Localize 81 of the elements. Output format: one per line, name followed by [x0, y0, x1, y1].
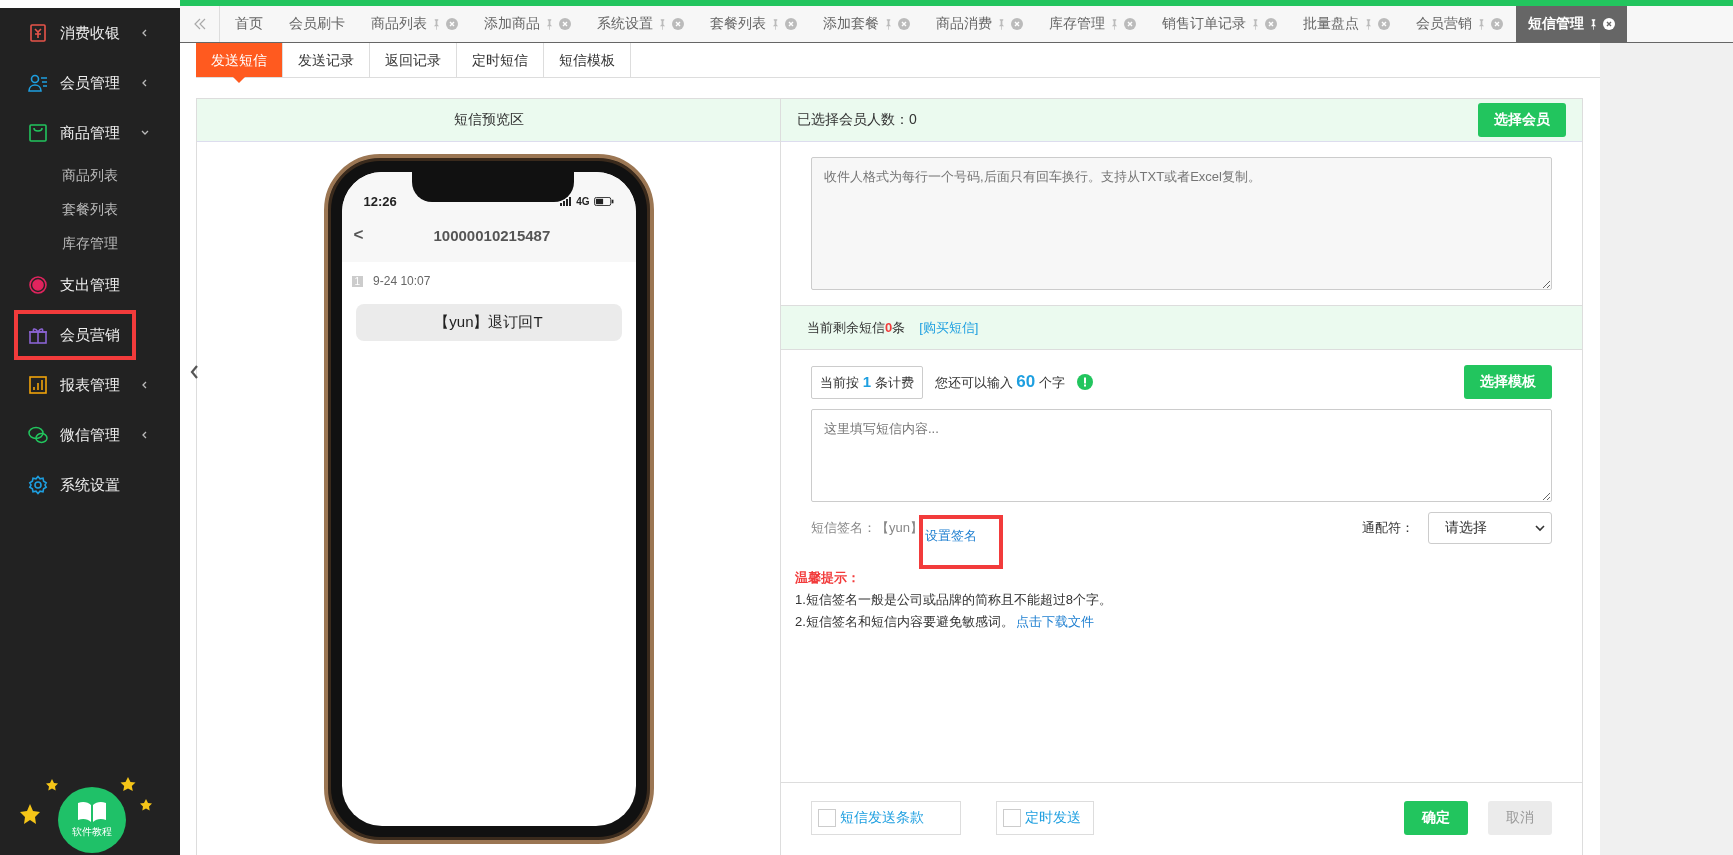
pin-icon	[772, 18, 779, 30]
checkbox[interactable]	[1003, 809, 1021, 827]
pin-icon	[998, 18, 1005, 30]
message-timestamp: 9-24 10:07	[373, 274, 431, 288]
tip-text: 2.短信签名和短信内容要避免敏感词。	[795, 614, 1014, 629]
pin-icon	[1365, 18, 1372, 30]
preview-title: 短信预览区	[453, 111, 524, 129]
pin-icon	[659, 18, 666, 30]
sub-tab[interactable]: 发送记录	[283, 43, 370, 77]
wildcard-select[interactable]: 请选择	[1428, 512, 1552, 544]
active-pointer-icon	[233, 77, 245, 83]
pin-icon	[1111, 18, 1118, 30]
remaining-chars: 您还可以输入 60 个字	[934, 372, 1065, 392]
sidebar-item[interactable]: 系统设置	[0, 460, 168, 510]
battery-icon	[593, 196, 614, 206]
chat-bubbles-icon	[28, 425, 48, 445]
page-tab[interactable]: 销售订单记录	[1149, 6, 1290, 42]
page-tab[interactable]: 批量盘点	[1290, 6, 1403, 42]
coin-icon	[28, 275, 48, 295]
sub-tab[interactable]: 短信模板	[544, 43, 631, 77]
sidebar-item[interactable]: 支出管理	[0, 260, 168, 310]
page-tab[interactable]: 商品列表	[358, 6, 471, 42]
page-tab[interactable]: 添加商品	[471, 6, 584, 42]
bag-icon	[28, 123, 48, 143]
sidebar-subitem[interactable]: 套餐列表	[0, 192, 180, 226]
sidebar-item[interactable]: 会员营销	[14, 310, 136, 360]
sidebar-item[interactable]: 报表管理	[0, 360, 168, 410]
pin-icon	[885, 18, 892, 30]
option-checkbox[interactable]: 定时发送	[996, 801, 1094, 835]
back-button[interactable]: <	[353, 225, 414, 245]
contact-number: 10000010215487	[433, 226, 551, 244]
balance-text: 当前剩余短信0条	[807, 318, 906, 337]
page-tab[interactable]: 首页	[220, 6, 276, 42]
page-tab[interactable]: 套餐列表	[697, 6, 810, 42]
user-list-icon	[28, 73, 48, 93]
sub-tab[interactable]: 定时短信	[457, 43, 544, 77]
sub-tab[interactable]: 返回记录	[370, 43, 457, 77]
chevron-left-icon[interactable]	[189, 364, 199, 380]
gift-icon	[28, 325, 48, 345]
checkbox[interactable]	[818, 809, 836, 827]
message-bubble: 【yun】退订回T	[355, 304, 622, 341]
page-tab[interactable]: 会员刷卡	[276, 6, 358, 42]
wildcard-label: 通配符：	[1362, 519, 1414, 537]
status-time: 12:26	[363, 193, 397, 209]
book-icon	[77, 801, 107, 823]
tip-text: 1.短信签名一般是公司或品牌的简称且不能超过8个字。	[795, 591, 1114, 609]
page-tab[interactable]: 商品消费	[923, 6, 1036, 42]
message-field[interactable]: 这里填写短信内容...	[811, 409, 1552, 502]
sidebar-subitem[interactable]: 库存管理	[0, 226, 180, 260]
option-checkbox[interactable]: 短信发送条款	[811, 801, 961, 835]
page-tab[interactable]: 短信管理	[1516, 6, 1627, 42]
sidebar-item[interactable]: 微信管理	[0, 410, 168, 460]
pin-icon	[1590, 18, 1597, 30]
pin-icon	[1478, 18, 1485, 30]
signal-icon	[560, 196, 573, 206]
pin-icon	[433, 18, 440, 30]
billing-info: 当前按 1 条计费	[811, 365, 923, 399]
page-tab[interactable]: 会员营销	[1403, 6, 1516, 42]
network-label: 4G	[576, 195, 590, 207]
info-icon	[1076, 374, 1093, 390]
download-file-link[interactable]: 点击下载文件	[1015, 614, 1094, 629]
tutorial-label: 软件教程	[72, 825, 112, 839]
page-tab[interactable]: 库存管理	[1036, 6, 1149, 42]
sidebar-item[interactable]: 消费收银	[0, 8, 168, 58]
page-tab[interactable]: 系统设置	[584, 6, 697, 42]
page-tab[interactable]: 添加套餐	[810, 6, 923, 42]
close-icon[interactable]	[1603, 18, 1615, 30]
sidebar-item[interactable]: 商品管理	[0, 108, 168, 158]
selected-count: 已选择会员人数：0	[797, 111, 917, 129]
sidebar-item[interactable]: 会员管理	[0, 58, 168, 108]
signature-label: 短信签名：【yun】	[811, 519, 923, 537]
recipients-field[interactable]: 收件人格式为每行一个号码,后面只有回车换行。支持从TXT或者Excel复制。	[811, 157, 1552, 290]
double-chevron-left-icon	[192, 17, 207, 31]
pin-icon	[1252, 18, 1259, 30]
pin-icon	[546, 18, 553, 30]
settings-icon	[28, 475, 48, 495]
chevron-down-icon	[1535, 523, 1545, 533]
receipt-icon	[28, 23, 48, 43]
sidebar-subitem[interactable]: 商品列表	[0, 158, 180, 192]
tips-title: 温馨提示：	[795, 569, 861, 587]
bar-chart-icon	[28, 375, 48, 395]
